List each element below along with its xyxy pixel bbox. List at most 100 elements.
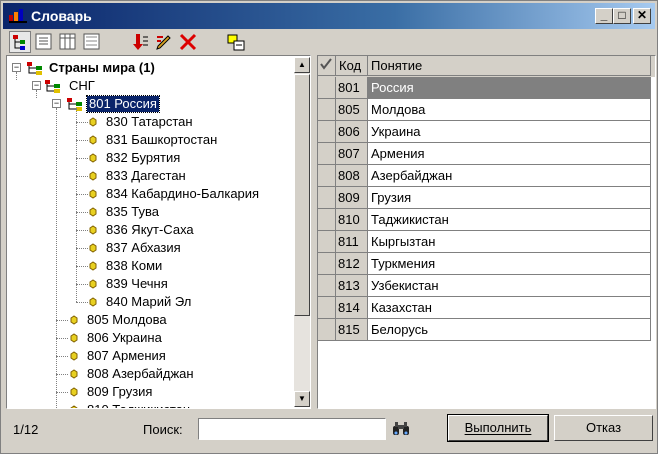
leaf-icon	[70, 315, 78, 325]
row-indicator[interactable]	[318, 253, 336, 275]
tree-sibling-node: 807 Армения	[87, 348, 166, 363]
tree-guide-line	[76, 302, 88, 304]
execute-button[interactable]: Выполнить	[447, 414, 549, 442]
row-indicator[interactable]	[318, 209, 336, 231]
search-label: Поиск:	[143, 422, 183, 437]
table-view-icon	[59, 33, 76, 50]
row-code-cell: 805	[336, 99, 368, 121]
cancel-button[interactable]: Отказ	[554, 415, 653, 441]
tree-sibling-node: 805 Молдова	[87, 312, 167, 327]
table-view-button[interactable]	[57, 31, 79, 53]
table-row[interactable]: 806 Украина	[318, 121, 655, 143]
edit-item-button[interactable]	[153, 31, 175, 53]
folder-tree-icon	[45, 80, 60, 93]
scroll-up-button[interactable]: ▲	[294, 57, 310, 73]
row-name-cell: Азербайджан	[368, 165, 651, 187]
maximize-button[interactable]: □	[613, 8, 631, 24]
name-column-header[interactable]: Понятие	[368, 56, 651, 76]
row-indicator[interactable]	[318, 187, 336, 209]
leaf-icon	[70, 405, 78, 408]
table-row[interactable]: 810 Таджикистан	[318, 209, 655, 231]
row-indicator[interactable]	[318, 297, 336, 319]
tree-root-label: Страны мира (1)	[49, 60, 155, 75]
tree-child-node: 835 Тува	[106, 204, 160, 219]
leaf-icon	[89, 297, 97, 307]
tree-panel[interactable]: − Страны мира (1) − СНГ −801 Россия 830 Татар…	[6, 55, 311, 409]
list-view-button[interactable]	[33, 31, 55, 53]
code-column-header[interactable]: Код	[336, 56, 368, 76]
title-bar[interactable]: Словарь _ □ ✕	[3, 3, 655, 29]
edit-item-icon	[156, 35, 171, 50]
scroll-down-button[interactable]: ▼	[294, 391, 310, 407]
check-column-header[interactable]	[318, 56, 336, 76]
window-title: Словарь	[31, 8, 92, 24]
leaf-icon	[89, 207, 97, 217]
row-indicator[interactable]	[318, 99, 336, 121]
tree-guide-line	[36, 90, 38, 98]
root-expander[interactable]: −	[12, 63, 21, 72]
leaf-icon	[70, 369, 78, 379]
tree-child-node: 839 Чечня	[106, 276, 168, 291]
table-row[interactable]: 815 Белорусь	[318, 319, 655, 341]
checkmark-icon	[320, 58, 332, 70]
execute-button-label: Выполнить	[464, 420, 532, 435]
row-indicator[interactable]	[318, 143, 336, 165]
tree-sibling-node: 808 Азербайджан	[87, 366, 194, 381]
row-code-cell: 809	[336, 187, 368, 209]
tree-child-node: 833 Дагестан	[106, 168, 186, 183]
leaf-icon	[89, 225, 97, 235]
details-view-button[interactable]	[81, 31, 103, 53]
table-row[interactable]: 808 Азербайджан	[318, 165, 655, 187]
row-name-cell: Россия	[368, 77, 651, 99]
row-name-cell: Молдова	[368, 99, 651, 121]
leaf-icon	[70, 351, 78, 361]
table-row[interactable]: 814 Казахстан	[318, 297, 655, 319]
leaf-icon	[70, 333, 78, 343]
move-item-icon	[227, 34, 245, 51]
group-expander[interactable]: −	[32, 81, 41, 90]
tree-scrollbar[interactable]: ▲ ▼	[294, 57, 310, 407]
row-indicator[interactable]	[318, 165, 336, 187]
table-row[interactable]: 805 Молдова	[318, 99, 655, 121]
table-row[interactable]: 811 Кыргызтан	[318, 231, 655, 253]
row-indicator[interactable]	[318, 275, 336, 297]
row-indicator[interactable]	[318, 319, 336, 341]
russia-expander[interactable]: −	[52, 99, 61, 108]
leaf-icon	[89, 243, 97, 253]
tree-child-node: 837 Абхазия	[106, 240, 181, 255]
tree-child-node: 834 Кабардино-Балкария	[106, 186, 260, 201]
tree-child-node: 832 Бурятия	[106, 150, 181, 165]
row-indicator[interactable]	[318, 121, 336, 143]
close-button[interactable]: ✕	[633, 8, 651, 24]
row-name-cell: Казахстан	[368, 297, 651, 319]
app-icon	[9, 9, 27, 23]
binoculars-icon[interactable]	[392, 421, 410, 437]
delete-item-button[interactable]	[177, 31, 199, 53]
search-input[interactable]	[198, 418, 386, 440]
record-counter: 1/12	[13, 422, 39, 437]
table-row[interactable]: 813 Узбекистан	[318, 275, 655, 297]
table-row[interactable]: 801 Россия	[318, 77, 655, 99]
row-code-cell: 811	[336, 231, 368, 253]
leaf-icon	[89, 135, 97, 145]
row-code-cell: 801	[336, 77, 368, 99]
toolbar	[5, 31, 655, 55]
minimize-button[interactable]: _	[595, 8, 613, 24]
table-row[interactable]: 812 Туркмения	[318, 253, 655, 275]
table-row[interactable]: 809 Грузия	[318, 187, 655, 209]
scroll-thumb[interactable]	[294, 74, 310, 316]
grid-panel: Код Понятие 801 Россия 805 Молдова 806 Украин…	[317, 55, 656, 409]
row-indicator[interactable]	[318, 231, 336, 253]
tree-view-button[interactable]	[9, 31, 31, 53]
table-row[interactable]: 807 Армения	[318, 143, 655, 165]
row-name-cell: Таджикистан	[368, 209, 651, 231]
row-code-cell: 814	[336, 297, 368, 319]
move-item-button[interactable]	[225, 31, 247, 53]
tree-child-node: 838 Коми	[106, 258, 163, 273]
leaf-icon	[89, 171, 97, 181]
row-indicator[interactable]	[318, 77, 336, 99]
insert-item-button[interactable]	[129, 31, 151, 53]
row-code-cell: 810	[336, 209, 368, 231]
row-name-cell: Узбекистан	[368, 275, 651, 297]
folder-tree-icon	[67, 98, 82, 111]
